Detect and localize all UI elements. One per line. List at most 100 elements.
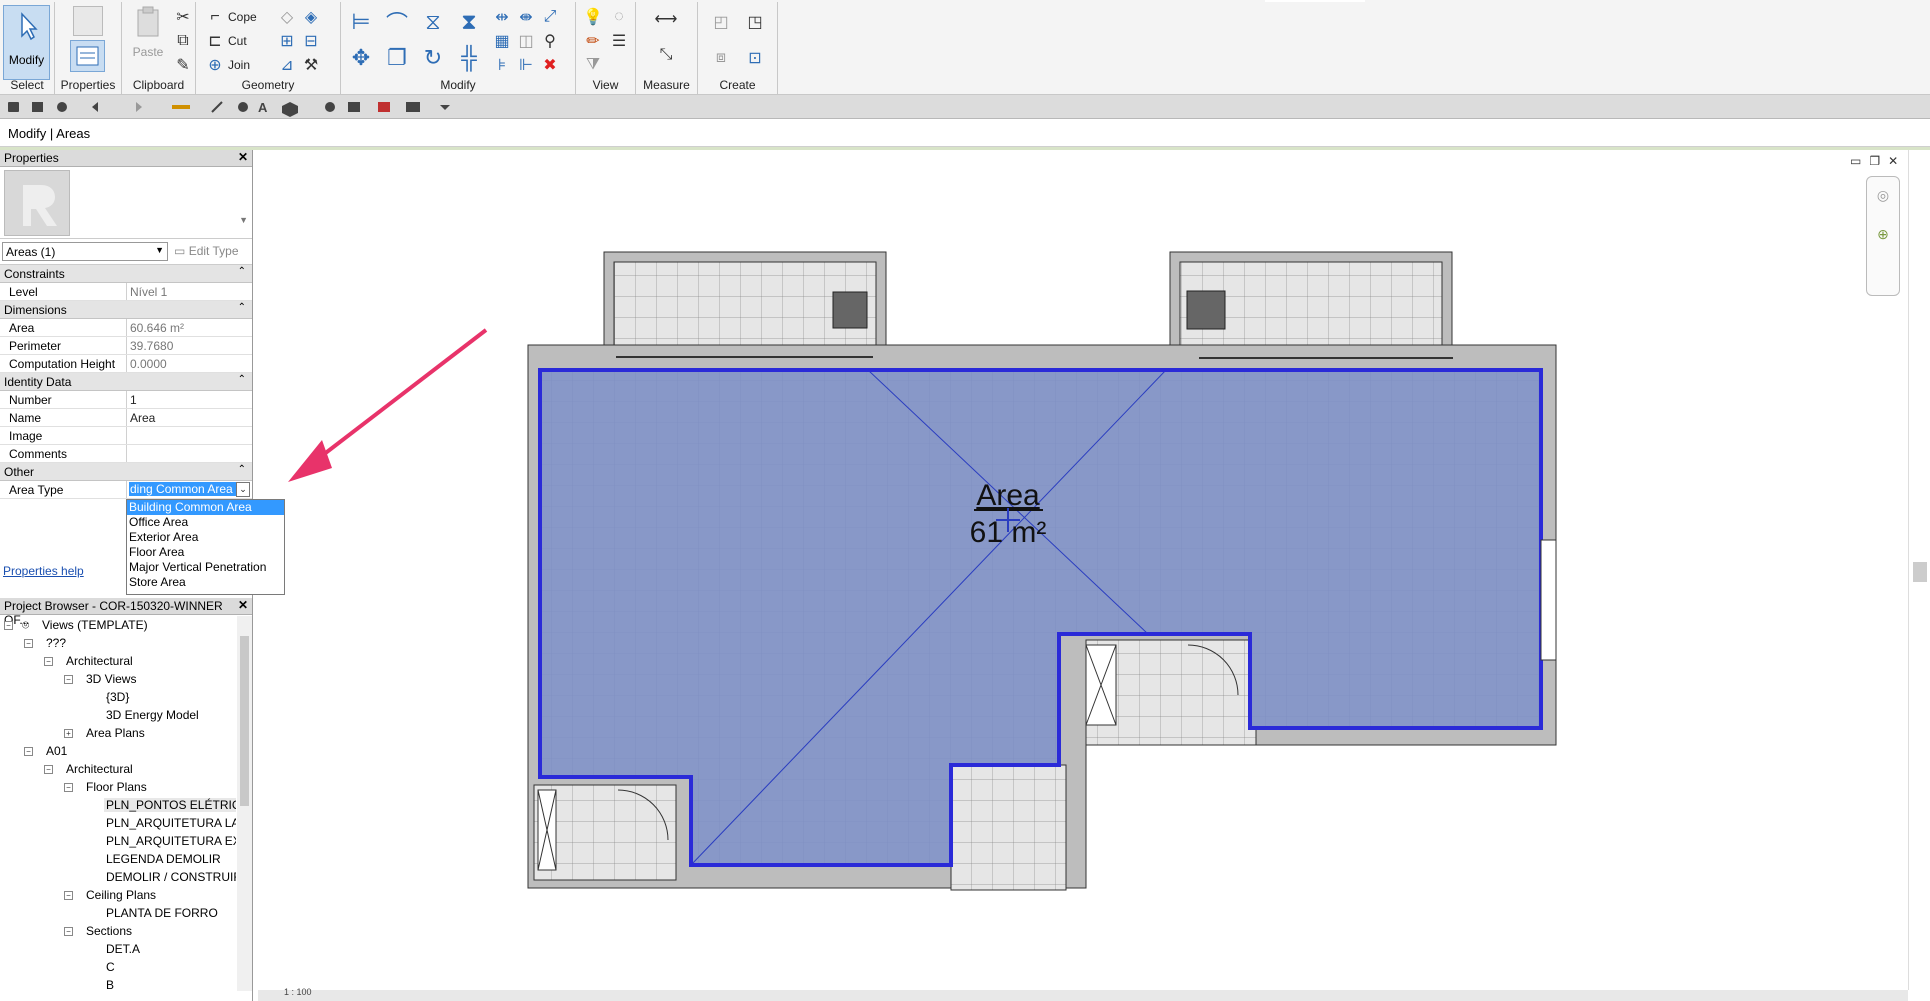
- tree-item[interactable]: A01: [46, 744, 67, 758]
- group-constraints[interactable]: Constraints ⌃: [0, 265, 252, 283]
- tree-item[interactable]: B: [106, 978, 114, 991]
- tree-item[interactable]: ???: [46, 636, 66, 650]
- thin-lines-icon[interactable]: ☰: [608, 30, 630, 52]
- pin-icon[interactable]: ⚲: [539, 30, 561, 52]
- collapse-toggle-icon[interactable]: −: [4, 621, 13, 630]
- group-identity-data[interactable]: Identity Data ⌃: [0, 373, 252, 391]
- type-preview[interactable]: ▼: [0, 167, 252, 239]
- cut-icon[interactable]: ✂: [172, 6, 194, 28]
- create-similar-icon[interactable]: ⊡: [740, 44, 770, 72]
- area-type-select[interactable]: ding Common Area ⌄: [127, 481, 252, 498]
- move-icon[interactable]: ✥: [347, 44, 375, 72]
- trim-multiple-icon[interactable]: ⊧: [491, 54, 513, 76]
- type-selector[interactable]: Areas (1) ▼: [2, 242, 168, 261]
- property-value[interactable]: 1: [127, 391, 252, 408]
- mirror-draw-icon[interactable]: ⧗: [455, 8, 483, 36]
- tree-item[interactable]: Architectural: [66, 654, 133, 668]
- collapse-toggle-icon[interactable]: −: [64, 675, 73, 684]
- dropdown-option[interactable]: Store Area: [127, 575, 284, 590]
- property-value[interactable]: Area: [127, 409, 252, 426]
- paste-button[interactable]: Paste: [130, 6, 166, 66]
- dropdown-option[interactable]: Building Common Area: [127, 500, 284, 515]
- group-dimensions[interactable]: Dimensions ⌃: [0, 301, 252, 319]
- copy-element-icon[interactable]: ❐: [383, 44, 411, 72]
- chevron-down-icon[interactable]: ⌄: [236, 482, 250, 497]
- tree-item[interactable]: Floor Plans: [86, 780, 147, 794]
- tree-item[interactable]: Sections: [86, 924, 132, 938]
- tree-item-active[interactable]: PLN_PONTOS ELÉTRICO: [104, 798, 236, 812]
- tree-item[interactable]: DEMOLIR / CONSTRUIR: [106, 870, 236, 884]
- property-value[interactable]: [127, 445, 252, 462]
- properties-help-link[interactable]: Properties help: [3, 564, 84, 578]
- drawing-canvas[interactable]: Area 61 m² ▭❐✕ ◎ ⊕: [258, 150, 1908, 990]
- close-icon[interactable]: ✕: [238, 598, 248, 612]
- split-icon[interactable]: ⇹: [491, 6, 513, 28]
- tree-item[interactable]: PLN_ARQUITETURA EXEC: [106, 834, 236, 848]
- tree-item[interactable]: Views (TEMPLATE): [42, 618, 148, 632]
- scale-icon[interactable]: ⤢: [539, 6, 561, 28]
- collapse-toggle-icon[interactable]: −: [64, 891, 73, 900]
- offset-icon[interactable]: ⌒: [383, 8, 411, 36]
- trim-icon[interactable]: ╬: [455, 44, 483, 72]
- steering-wheel-icon[interactable]: ◎: [1867, 187, 1899, 204]
- window-controls[interactable]: ▭❐✕: [1850, 154, 1906, 168]
- properties-button[interactable]: [70, 40, 105, 72]
- property-value[interactable]: [127, 427, 252, 444]
- close-icon[interactable]: ✕: [238, 150, 248, 164]
- cut-geometry-label[interactable]: Cut: [228, 34, 247, 48]
- type-properties-button[interactable]: [73, 6, 103, 36]
- unpin-icon[interactable]: ◫: [515, 30, 537, 52]
- align-icon[interactable]: ⊨: [347, 8, 375, 36]
- create-assembly-icon[interactable]: ◰: [706, 8, 736, 36]
- match-properties-icon[interactable]: ✎: [172, 54, 194, 76]
- browser-scrollbar[interactable]: [237, 616, 252, 991]
- tree-item[interactable]: {3D}: [106, 690, 129, 704]
- edit-type-button[interactable]: ▭ Edit Type: [174, 244, 239, 258]
- dropdown-option[interactable]: Major Vertical Penetration: [127, 560, 284, 575]
- cope-label[interactable]: Cope: [228, 10, 257, 24]
- hide-icon[interactable]: 💡: [582, 6, 604, 28]
- group-other[interactable]: Other ⌃: [0, 463, 252, 481]
- collapse-toggle-icon[interactable]: −: [64, 783, 73, 792]
- tree-item[interactable]: Area Plans: [86, 726, 145, 740]
- join-label[interactable]: Join: [228, 58, 250, 72]
- hammer-icon[interactable]: ⚒: [300, 54, 322, 76]
- tree-item[interactable]: 3D Views: [86, 672, 136, 686]
- property-value[interactable]: Nível 1: [127, 283, 252, 300]
- align-geometry-icon[interactable]: ⊿: [276, 54, 298, 76]
- cope-icon[interactable]: ⌐: [204, 6, 226, 28]
- create-group-icon[interactable]: ⧈: [706, 44, 736, 72]
- join-icon[interactable]: ⊕: [204, 54, 226, 76]
- tree-item[interactable]: Ceiling Plans: [86, 888, 156, 902]
- split-gap-icon[interactable]: ⇼: [515, 6, 537, 28]
- collapse-toggle-icon[interactable]: −: [24, 639, 33, 648]
- dropdown-option[interactable]: Exterior Area: [127, 530, 284, 545]
- tree-item[interactable]: Architectural: [66, 762, 133, 776]
- dropdown-option[interactable]: Floor Area: [127, 545, 284, 560]
- tree-item[interactable]: DET.A: [106, 942, 140, 956]
- view-scale[interactable]: 1 : 100: [284, 987, 312, 997]
- dropdown-option[interactable]: Office Area: [127, 515, 284, 530]
- paint-icon[interactable]: ◈: [300, 6, 322, 28]
- canvas-vertical-scrollbar[interactable]: [1908, 150, 1930, 990]
- collapse-toggle-icon[interactable]: −: [44, 765, 53, 774]
- copy-icon[interactable]: ⧉: [172, 30, 194, 52]
- mirror-axis-icon[interactable]: ⧖: [419, 8, 447, 36]
- tree-item[interactable]: 3D Energy Model: [106, 708, 199, 722]
- measure-icon[interactable]: ⟷: [646, 8, 686, 30]
- rotate-icon[interactable]: ↻: [419, 44, 447, 72]
- scrollbar-thumb[interactable]: [1913, 562, 1927, 582]
- zoom-icon[interactable]: ⊕: [1867, 226, 1899, 243]
- array-icon[interactable]: ▦: [491, 30, 513, 52]
- tree-item[interactable]: PLANTA DE FORRO: [106, 906, 218, 920]
- wall-joins-icon[interactable]: ⊞: [276, 30, 298, 52]
- dimension-icon[interactable]: ⤡: [646, 44, 686, 66]
- extend-icon[interactable]: ⊩: [515, 54, 537, 76]
- collapse-toggle-icon[interactable]: −: [44, 657, 53, 666]
- cut-geometry-icon[interactable]: ⊏: [204, 30, 226, 52]
- create-parts-icon[interactable]: ◳: [740, 8, 770, 36]
- expand-toggle-icon[interactable]: +: [64, 729, 73, 738]
- collapse-toggle-icon[interactable]: −: [64, 927, 73, 936]
- modify-button[interactable]: Modify: [3, 5, 50, 80]
- panel-label-select[interactable]: Select: [0, 78, 54, 92]
